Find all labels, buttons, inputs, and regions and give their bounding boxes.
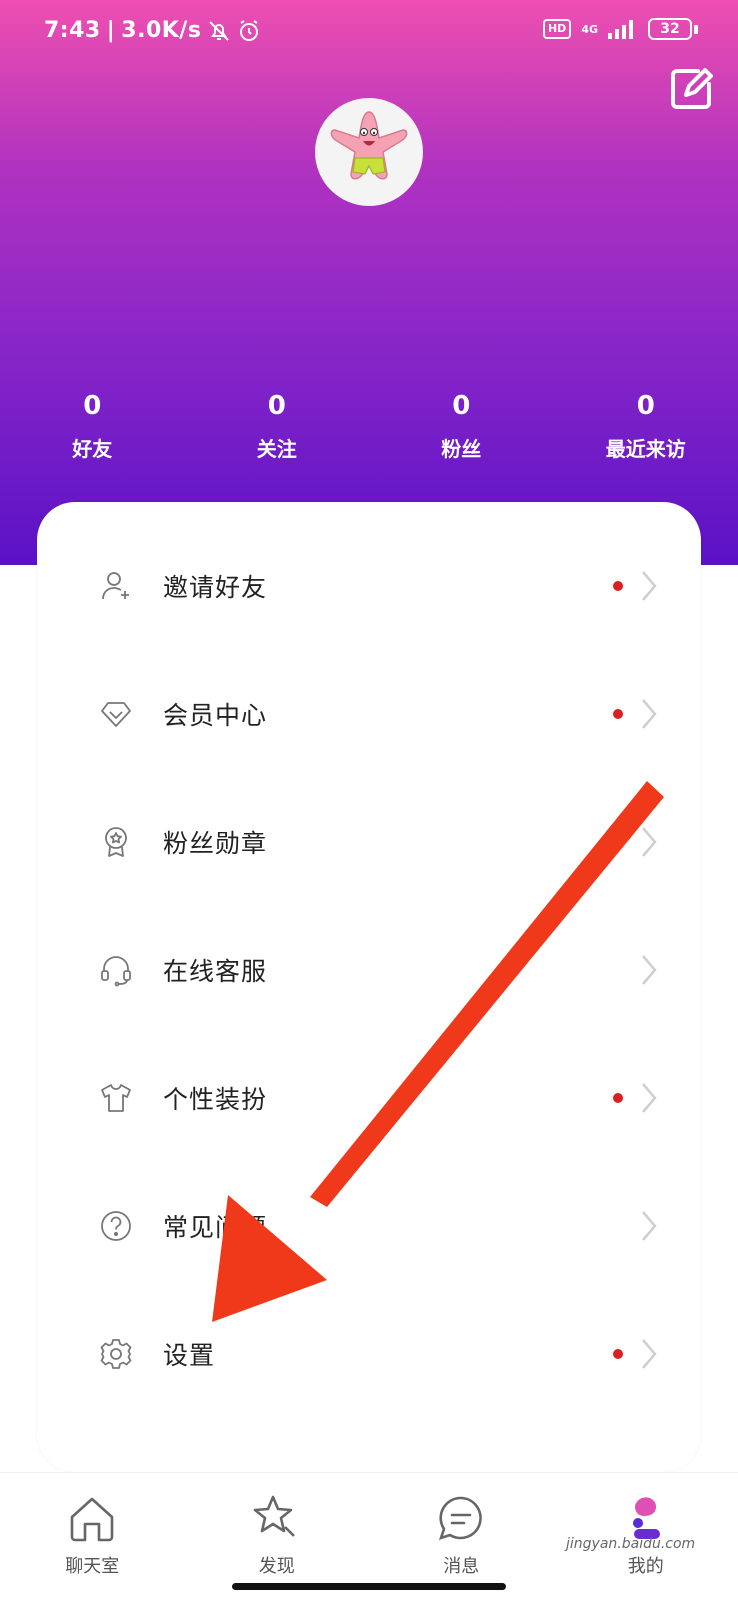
battery-level: 32 bbox=[648, 18, 692, 40]
tab-messages[interactable]: 消息 bbox=[369, 1473, 554, 1600]
chevron-right-icon bbox=[642, 955, 657, 985]
menu-label: 在线客服 bbox=[163, 957, 268, 986]
edit-profile-icon[interactable] bbox=[668, 66, 714, 112]
menu-item-member-center[interactable]: 会员中心 bbox=[37, 650, 701, 778]
menu-item-invite-friends[interactable]: 邀请好友 bbox=[37, 522, 701, 650]
stat-friends[interactable]: 0 好友 bbox=[0, 385, 185, 462]
bell-off-icon bbox=[209, 20, 230, 41]
signal-icon bbox=[608, 20, 633, 39]
alarm-icon bbox=[240, 19, 259, 41]
menu-item-personal-dress-up[interactable]: 个性装扮 bbox=[37, 1034, 701, 1162]
tab-label: 聊天室 bbox=[65, 1556, 120, 1577]
stat-fans[interactable]: 0 粉丝 bbox=[369, 385, 554, 462]
chevron-right-icon bbox=[642, 827, 657, 857]
headset-icon bbox=[101, 956, 131, 987]
tab-label: 发现 bbox=[258, 1556, 295, 1577]
tab-discover[interactable]: 发现 bbox=[185, 1473, 370, 1600]
status-network-speed: 3.0K/s bbox=[121, 18, 202, 43]
menu-item-online-service[interactable]: 在线客服 bbox=[37, 906, 701, 1034]
chevron-right-icon bbox=[642, 1339, 657, 1369]
menu-item-faq[interactable]: 常见问题 bbox=[37, 1162, 701, 1290]
menu-label: 设置 bbox=[163, 1341, 216, 1370]
star-search-icon bbox=[253, 1495, 295, 1537]
menu-item-settings[interactable]: 设置 bbox=[37, 1290, 701, 1418]
stat-label: 最近来访 bbox=[605, 437, 686, 461]
chevron-right-icon bbox=[642, 699, 657, 729]
home-indicator[interactable] bbox=[232, 1583, 506, 1590]
tshirt-icon bbox=[101, 1084, 131, 1112]
battery-tip bbox=[694, 24, 698, 34]
chevron-right-icon bbox=[642, 1211, 657, 1241]
status-separator: | bbox=[106, 18, 116, 43]
avatar[interactable] bbox=[315, 98, 423, 206]
chevron-right-icon bbox=[642, 1083, 657, 1113]
menu-label: 常见问题 bbox=[163, 1213, 268, 1242]
tab-label: 消息 bbox=[443, 1556, 480, 1577]
tab-label: 我的 bbox=[627, 1556, 664, 1577]
status-time: 7:43 bbox=[44, 18, 101, 43]
notification-dot bbox=[613, 581, 623, 591]
status-bar: 7:43 | 3.0K/s HD 4G 32 bbox=[0, 0, 738, 64]
profile-header-background bbox=[0, 0, 738, 565]
chevron-right-icon bbox=[642, 571, 657, 601]
network-type: 4G bbox=[581, 22, 598, 36]
home-icon bbox=[70, 1497, 114, 1542]
stat-label: 关注 bbox=[256, 437, 297, 461]
add-user-icon bbox=[102, 572, 129, 600]
stat-value: 0 bbox=[83, 391, 102, 421]
stat-label: 粉丝 bbox=[441, 437, 482, 461]
stat-value: 0 bbox=[636, 391, 655, 421]
notification-dot bbox=[613, 1093, 623, 1103]
hd-badge: HD bbox=[542, 19, 572, 39]
stat-label: 好友 bbox=[72, 437, 113, 461]
menu-label: 粉丝勋章 bbox=[163, 829, 268, 858]
notification-dot bbox=[613, 1349, 623, 1359]
watermark: jingyan.baidu.com bbox=[566, 1536, 696, 1552]
menu-item-fan-medal[interactable]: 粉丝勋章 bbox=[37, 778, 701, 906]
tab-chatroom[interactable]: 聊天室 bbox=[0, 1473, 185, 1600]
status-right: HD 4G 32 bbox=[542, 18, 698, 40]
medal-icon bbox=[105, 827, 127, 857]
battery-indicator: 32 bbox=[648, 18, 698, 40]
diamond-icon bbox=[101, 702, 131, 727]
message-icon bbox=[439, 1496, 483, 1541]
question-icon bbox=[101, 1211, 131, 1241]
stat-following[interactable]: 0 关注 bbox=[185, 385, 370, 462]
status-left: 7:43 | 3.0K/s bbox=[44, 18, 261, 43]
menu-label: 邀请好友 bbox=[163, 573, 268, 602]
gear-icon bbox=[100, 1339, 132, 1369]
menu-label: 会员中心 bbox=[163, 701, 268, 730]
stat-recent-visitors[interactable]: 0 最近来访 bbox=[554, 385, 738, 462]
stat-value: 0 bbox=[452, 391, 471, 421]
notification-dot bbox=[613, 709, 623, 719]
avatar-starfish-image bbox=[330, 111, 408, 180]
menu-label: 个性装扮 bbox=[163, 1085, 268, 1114]
profile-stats: 0 好友 0 关注 0 粉丝 0 最近来访 bbox=[0, 385, 738, 462]
stat-value: 0 bbox=[267, 391, 286, 421]
menu-card: 邀请好友 会员中心 粉丝勋章 在线客服 个性装扮 常见问题 设置 bbox=[37, 502, 701, 1472]
